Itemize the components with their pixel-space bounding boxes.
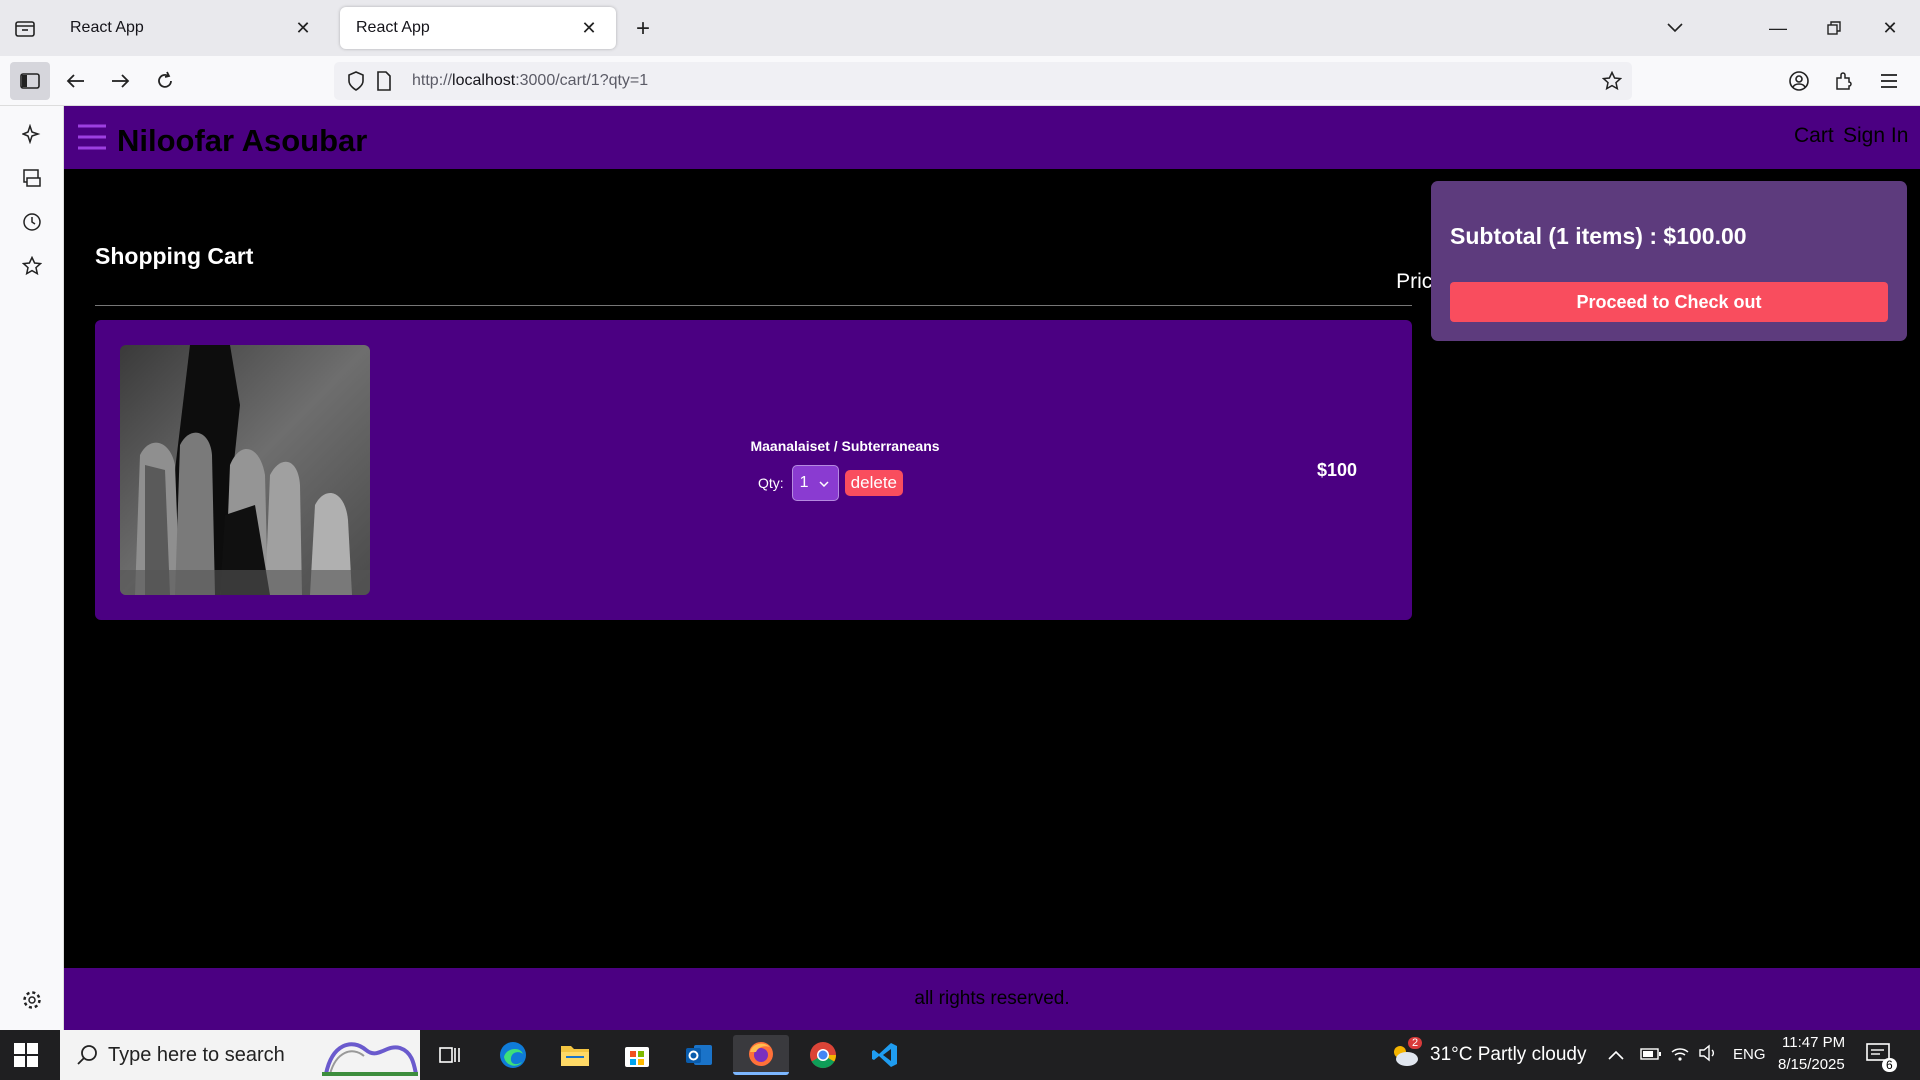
cart-item: Maanalaiset / Subterraneans Qty: 1 delet…: [95, 320, 1412, 620]
checkout-button[interactable]: Proceed to Check out: [1450, 282, 1888, 322]
wifi-icon[interactable]: [1670, 1044, 1690, 1067]
restore-icon[interactable]: [1810, 8, 1858, 48]
weather-text[interactable]: 31°C Partly cloudy: [1430, 1044, 1587, 1066]
bookmarks-star-icon[interactable]: [18, 252, 46, 280]
browser-navbar: http://localhost:3000/cart/1?qty=1: [0, 56, 1920, 106]
volume-icon[interactable]: [1698, 1044, 1718, 1067]
tab-react-app-1[interactable]: React App ✕: [54, 7, 330, 49]
hamburger-menu-icon[interactable]: [78, 124, 106, 152]
delete-button[interactable]: delete: [844, 470, 903, 496]
tab-title: React App: [70, 19, 144, 36]
edge-browser-icon[interactable]: [485, 1035, 541, 1075]
windows-taskbar: Type here to search 2 31°C Partly cloudy: [0, 1030, 1920, 1080]
windows-start-icon[interactable]: [14, 1043, 38, 1067]
account-icon[interactable]: [1779, 62, 1819, 100]
chrome-icon[interactable]: [795, 1035, 851, 1075]
browser-sidebar: [0, 106, 64, 1030]
tab-title: React App: [356, 19, 430, 36]
tab-close-icon[interactable]: ✕: [578, 17, 600, 39]
chevron-down-icon: [819, 476, 829, 490]
battery-icon[interactable]: [1640, 1047, 1662, 1066]
firefox-view-icon[interactable]: [10, 14, 40, 42]
item-price: $100: [1317, 460, 1358, 480]
shopping-cart-title: Shopping Cart: [95, 243, 254, 269]
taskbar-search[interactable]: Type here to search: [60, 1030, 420, 1080]
tray-chevron-up-icon[interactable]: [1608, 1047, 1624, 1065]
product-image[interactable]: [120, 345, 370, 595]
qty-label: Qty:: [758, 475, 784, 491]
microsoft-store-icon[interactable]: [609, 1035, 665, 1075]
menu-icon[interactable]: [1869, 62, 1909, 100]
minimize-icon[interactable]: —: [1754, 8, 1802, 48]
sidebar-toggle-icon[interactable]: [10, 62, 50, 100]
notification-count: 6: [1882, 1058, 1897, 1072]
back-arrow-icon[interactable]: [56, 62, 96, 100]
page-icon[interactable]: [372, 69, 396, 93]
clock-time[interactable]: 11:47 PM: [1782, 1034, 1845, 1051]
tab-close-icon[interactable]: ✕: [292, 17, 314, 39]
shield-icon[interactable]: [344, 69, 368, 93]
bookmark-star-icon[interactable]: [1600, 69, 1624, 93]
language-indicator[interactable]: ENG: [1733, 1046, 1766, 1063]
signin-link[interactable]: Sign In: [1843, 124, 1908, 148]
search-placeholder: Type here to search: [108, 1043, 285, 1066]
firefox-icon[interactable]: [733, 1035, 789, 1075]
product-name-link[interactable]: Maanalaiset / Subterraneans: [695, 438, 995, 454]
web-page: Niloofar Asoubar Cart Sign In Shopping C…: [64, 106, 1920, 1030]
weather-badge: 2: [1408, 1037, 1423, 1049]
divider: [95, 305, 1412, 306]
extensions-icon[interactable]: [1824, 62, 1864, 100]
settings-gear-icon[interactable]: [18, 986, 46, 1014]
reload-icon[interactable]: [145, 62, 185, 100]
forward-arrow-icon[interactable]: [100, 62, 140, 100]
window-close-icon[interactable]: ✕: [1866, 8, 1914, 48]
clock-date[interactable]: 8/15/2025: [1778, 1056, 1845, 1073]
app-header: Niloofar Asoubar Cart Sign In: [64, 106, 1920, 169]
outlook-icon[interactable]: [671, 1035, 727, 1075]
file-explorer-icon[interactable]: [547, 1035, 603, 1075]
search-icon: [76, 1044, 98, 1071]
chevron-down-icon[interactable]: [1660, 14, 1690, 42]
tab-react-app-2[interactable]: React App ✕: [340, 7, 616, 49]
vscode-icon[interactable]: [857, 1035, 913, 1075]
app-footer: all rights reserved.: [64, 968, 1920, 1030]
brand-logo-link[interactable]: Niloofar Asoubar: [117, 123, 367, 159]
subtotal-text: Subtotal (1 items) : $100.00: [1450, 223, 1747, 249]
new-tab-plus-icon[interactable]: +: [628, 14, 658, 44]
synced-tabs-icon[interactable]: [18, 164, 46, 192]
qty-select[interactable]: 1: [791, 465, 839, 501]
cart-link[interactable]: Cart: [1794, 124, 1834, 148]
address-bar[interactable]: http://localhost:3000/cart/1?qty=1: [334, 62, 1632, 100]
cart-summary: Subtotal (1 items) : $100.00 Proceed to …: [1431, 181, 1907, 341]
url-text[interactable]: http://localhost:3000/cart/1?qty=1: [412, 72, 648, 90]
search-highlight-icon: [322, 1034, 418, 1080]
qty-row: Qty: 1 delete: [758, 465, 903, 501]
task-view-icon[interactable]: [422, 1035, 478, 1075]
history-clock-icon[interactable]: [18, 208, 46, 236]
ai-chatbot-icon[interactable]: [18, 120, 46, 148]
browser-tab-strip: React App ✕ React App ✕ + — ✕: [0, 0, 1920, 56]
qty-value: 1: [799, 474, 809, 491]
